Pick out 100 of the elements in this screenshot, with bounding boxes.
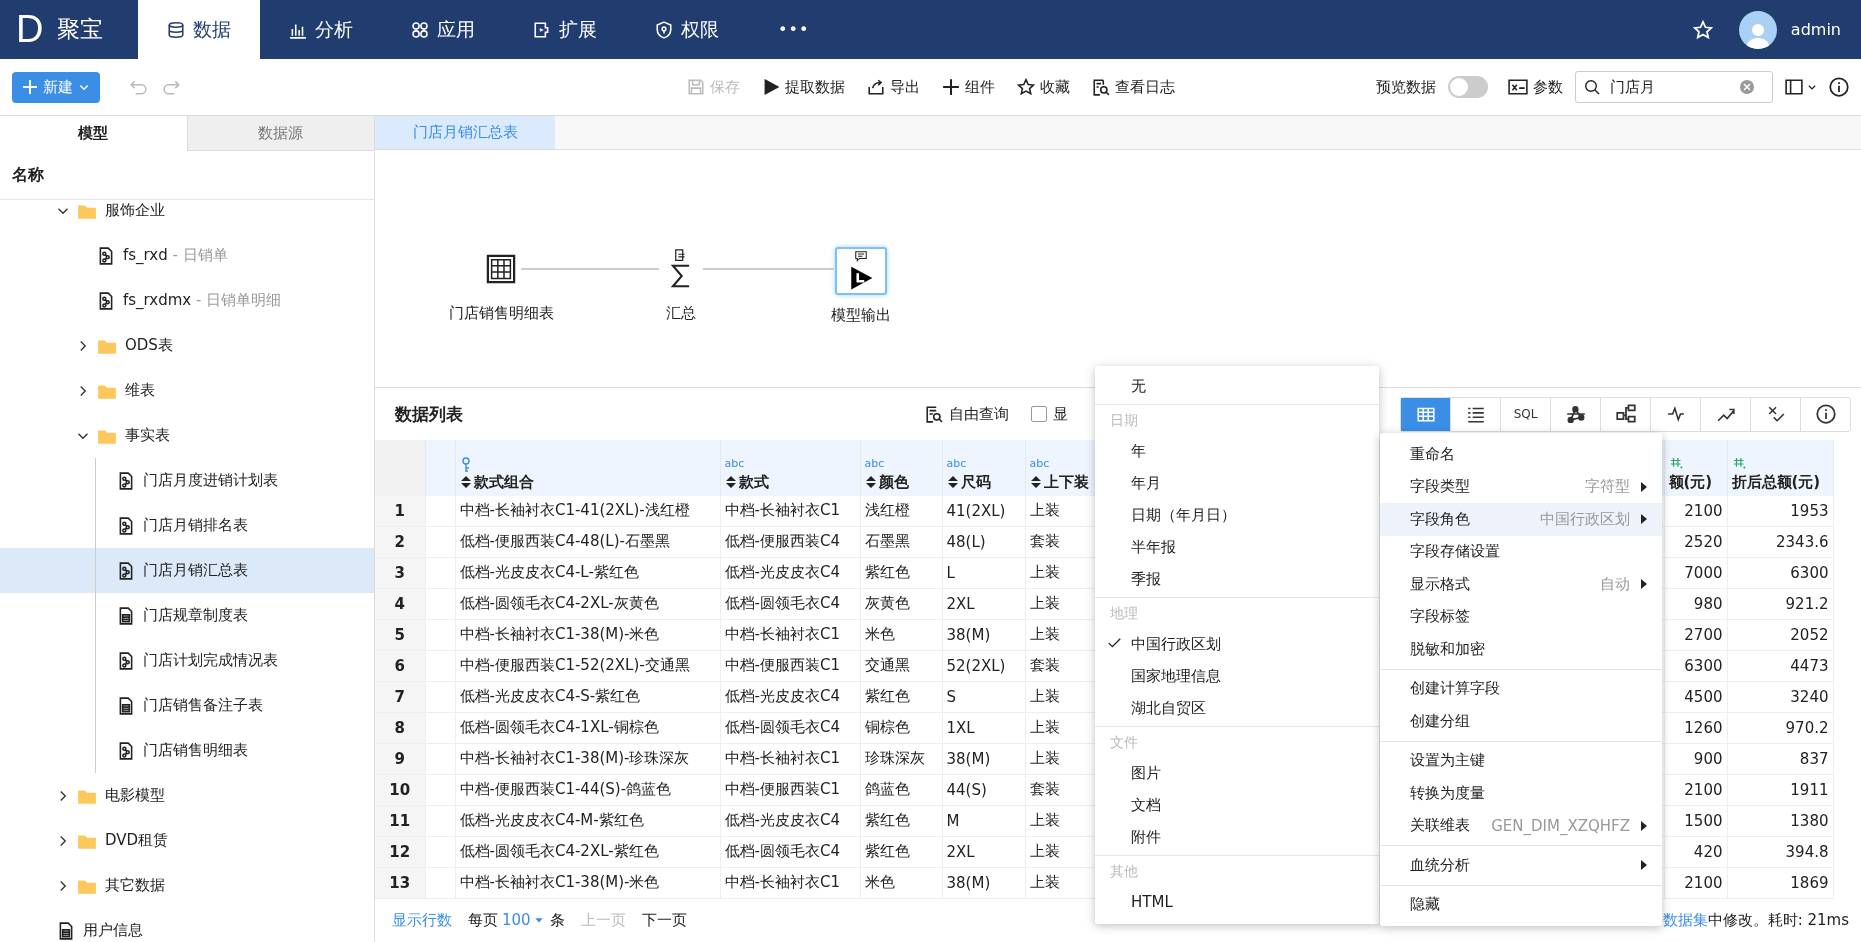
node-label: 门店销售明细表 [448, 303, 554, 323]
menu-item[interactable]: 隐藏 [1380, 888, 1662, 921]
database-icon [167, 20, 185, 39]
clear-icon[interactable] [1740, 80, 1754, 94]
table-cell: 中档-长袖衬衣C1-41(2XL)-浅红橙 [455, 495, 720, 527]
tree-item[interactable]: 其它数据 [0, 863, 374, 908]
table-cell: 低档-圆领毛衣C4-2XL-灰黄色 [455, 588, 720, 620]
table-cell: 2100 [1664, 867, 1727, 899]
nav-tab[interactable]: 分析 [260, 0, 382, 59]
menu-item[interactable]: 血统分析 [1380, 849, 1662, 882]
menu-item[interactable]: 设置为主键 [1380, 744, 1662, 777]
user-name[interactable]: admin [1790, 20, 1841, 39]
menu-item[interactable]: 创建分组 [1380, 705, 1662, 738]
menu-item[interactable]: 字段存储设置 [1380, 535, 1662, 568]
row-number: 6 [375, 650, 425, 682]
column-header[interactable]: abc 款式 [720, 439, 860, 496]
table-cell: 38(M) [942, 619, 1025, 651]
tree-item[interactable]: fs_rxd - 日销单 [0, 233, 374, 278]
toolbar-button[interactable]: 导出 [866, 77, 920, 97]
table-cell: 3240 [1727, 681, 1833, 713]
table-file-icon [57, 921, 75, 940]
table-cell: 1XL [942, 712, 1025, 744]
tree-item[interactable]: 事实表 [0, 413, 374, 458]
table-cell: 珍珠深灰 [860, 743, 942, 775]
undo-icon [128, 78, 148, 96]
table-file-icon [117, 696, 135, 715]
tree-item[interactable]: 电影模型 [0, 773, 374, 818]
sort-icon [946, 475, 959, 490]
graph-icon [1565, 404, 1586, 424]
menu-item[interactable]: 脱敏和加密 [1380, 633, 1662, 666]
row-number: 9 [375, 743, 425, 775]
tree-diagram-icon [1615, 404, 1636, 424]
preview-toggle[interactable] [1448, 76, 1488, 98]
table-cell: 低档-光皮皮衣C4 [720, 805, 860, 837]
view-button[interactable]: SQL [1500, 397, 1550, 431]
next-page-button[interactable]: 下一页 [641, 910, 687, 930]
tree-item[interactable]: 门店销售明细表 [0, 728, 374, 773]
apps-icon [411, 20, 429, 39]
tree-item[interactable]: 门店销售备注子表 [0, 683, 374, 728]
output-node[interactable] [835, 246, 887, 295]
export-icon [866, 78, 885, 96]
tree-item[interactable]: 门店规章制度表 [0, 593, 374, 638]
tree-item[interactable]: 门店月销排名表 [0, 503, 374, 548]
table-cell: 1380 [1727, 805, 1833, 837]
params-icon [1508, 78, 1528, 96]
toolbar-button[interactable]: 组件 [941, 77, 995, 97]
tree-item[interactable]: DVD租赁 [0, 818, 374, 863]
row-number: 3 [375, 557, 425, 589]
column-header[interactable]: 款式组合 [455, 439, 720, 496]
column-header[interactable]: 额(元) [1664, 439, 1727, 496]
menu-item[interactable]: 无 [1095, 370, 1379, 402]
tree-item[interactable]: 门店月销汇总表 [0, 548, 374, 593]
tree-item[interactable]: ODS表 [0, 323, 374, 368]
table-cell: 38(M) [942, 743, 1025, 775]
menu-item[interactable]: 字段角色 中国行政区划 [1380, 503, 1662, 536]
tree-item[interactable]: fs_rxdmx - 日销单明细 [0, 278, 374, 323]
sidebar-tab[interactable]: 数据源 [186, 116, 374, 151]
nav-tab[interactable]: 权限 [626, 0, 748, 59]
search-box[interactable]: 门店月 [1575, 71, 1773, 103]
menu-item[interactable]: 转换为度量 [1380, 777, 1662, 810]
table-cell: 420 [1664, 836, 1727, 868]
dataset-link[interactable]: 数据集 [1662, 910, 1708, 929]
column-header[interactable]: abc 颜色 [860, 439, 942, 496]
table-cell: 紫红色 [860, 681, 942, 713]
table-cell: 灰黄色 [860, 588, 942, 620]
menu-item[interactable]: 字段类型 字符型 [1380, 470, 1662, 503]
model-file-icon [117, 741, 135, 760]
toolbar-button[interactable]: 收藏 [1016, 77, 1070, 97]
model-file-icon [97, 291, 115, 310]
tree-item[interactable]: 门店月度进销计划表 [0, 458, 374, 503]
table-cell: 980 [1664, 588, 1727, 620]
nav-tab[interactable]: 扩展 [504, 0, 626, 59]
tree-item[interactable]: 门店计划完成情况表 [0, 638, 374, 683]
model-file-icon [117, 516, 135, 535]
menu-item[interactable]: 创建计算字段 [1380, 672, 1662, 705]
menu-item[interactable]: 重命名 [1380, 438, 1662, 471]
checkbox[interactable] [1031, 406, 1047, 422]
params-button[interactable]: 参数 [1508, 77, 1563, 97]
table-file-icon [117, 606, 135, 625]
nav-tab[interactable]: 应用 [382, 0, 504, 59]
tree-item[interactable]: 用户信息 [0, 908, 374, 942]
tree-item[interactable]: 维表 [0, 368, 374, 413]
key-icon [459, 456, 472, 473]
search-input[interactable]: 门店月 [1608, 77, 1732, 97]
column-header[interactable]: abc 尺码 [942, 439, 1025, 496]
query-button[interactable]: 自由查询 [925, 404, 1009, 424]
nav-tab[interactable]: 数据 [138, 0, 260, 59]
table-cell: S [942, 681, 1025, 713]
more-menu[interactable]: ••• [748, 0, 840, 59]
rows-link[interactable]: 显示行数 [392, 910, 452, 930]
menu-item[interactable]: 显示格式 自动 [1380, 568, 1662, 601]
column-header[interactable]: 折后总额(元) [1727, 439, 1833, 496]
avatar[interactable] [1738, 10, 1777, 49]
toolbar-button[interactable]: 查看日志 [1091, 77, 1175, 97]
menu-item[interactable]: 字段标签 [1380, 600, 1662, 633]
node-label: 汇总 [666, 303, 696, 323]
menu-item[interactable]: 关联维表 GEN_DIM_XZQHFZ [1380, 809, 1662, 842]
layout-icon [1785, 78, 1803, 96]
tree-item[interactable]: 服饰企业 [0, 200, 374, 233]
toolbar-button[interactable]: 提取数据 [761, 77, 845, 97]
